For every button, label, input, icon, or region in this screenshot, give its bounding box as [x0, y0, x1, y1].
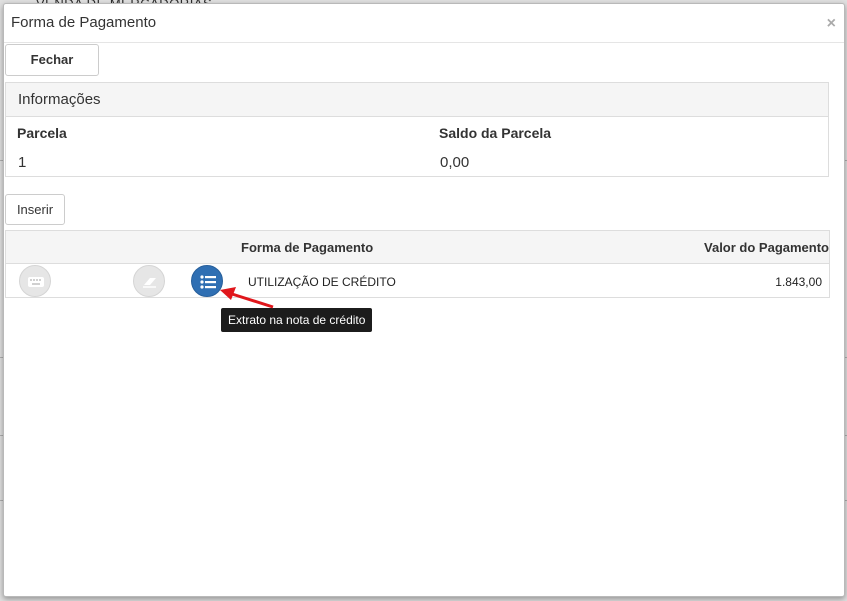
annotation-arrow: [220, 287, 274, 309]
payment-modal: Forma de Pagamento × Fechar Informações …: [3, 3, 845, 597]
